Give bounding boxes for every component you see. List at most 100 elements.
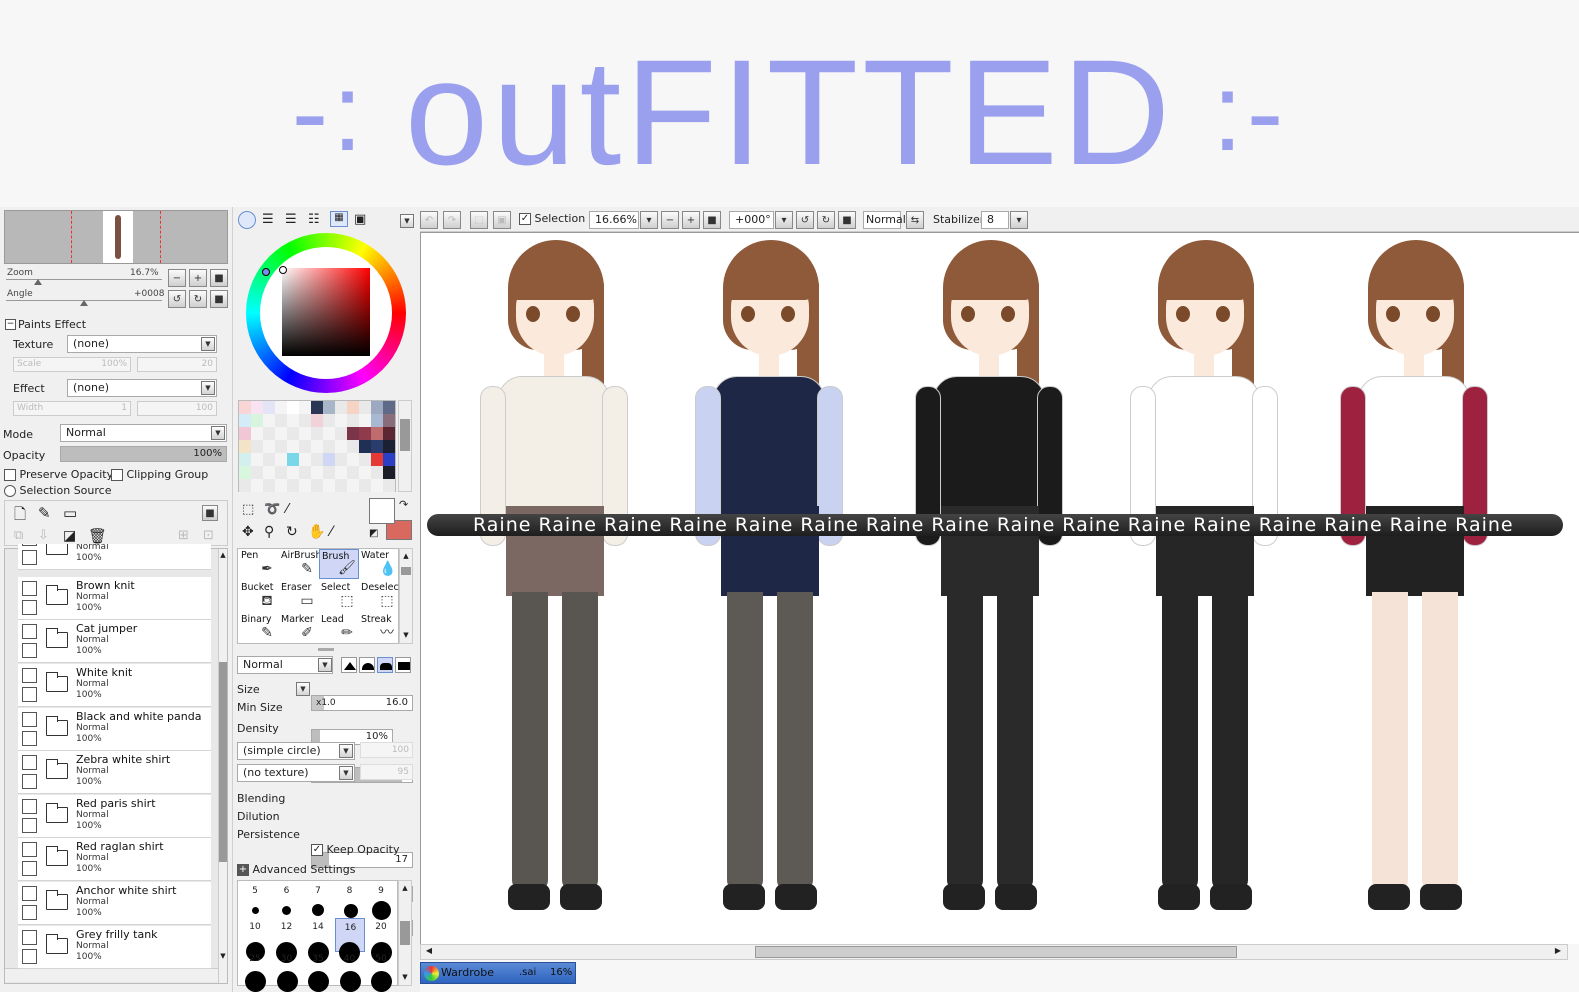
brush-shape-flat-button[interactable] <box>377 657 393 673</box>
swatch-cell[interactable] <box>239 401 251 414</box>
layer-visibility-toggle[interactable] <box>22 842 37 857</box>
tool-eraser[interactable]: Eraser ▭ <box>279 581 319 611</box>
swatch-cell[interactable] <box>335 414 347 427</box>
canvas-angle-dropdown-icon[interactable]: ▾ <box>775 211 793 229</box>
hsv-slider-tab-icon[interactable]: ☰ <box>285 212 297 227</box>
tool-binary[interactable]: Binary ✎ <box>239 613 279 643</box>
swatch-scrollbar[interactable] <box>398 400 412 492</box>
swatch-cell[interactable] <box>359 453 371 466</box>
clipping-group-checkbox[interactable] <box>111 469 123 481</box>
brush-shape-sharp-button[interactable] <box>341 657 357 673</box>
swatch-cell[interactable] <box>335 427 347 440</box>
brush-size-cell[interactable]: 40 <box>335 942 365 992</box>
layer-visibility-toggle[interactable] <box>22 930 37 945</box>
tool-lead[interactable]: Lead ✏ <box>319 613 359 643</box>
layer-mode-dropdown-icon[interactable]: ▼ <box>211 426 225 440</box>
rgb-slider-tab-icon[interactable]: ☰ <box>262 212 274 227</box>
keep-opacity-option[interactable]: ✓ Keep Opacity <box>311 843 400 856</box>
preserve-opacity-option[interactable]: Preserve Opacity <box>4 468 113 481</box>
advanced-settings-toggle[interactable]: + Advanced Settings <box>237 863 355 876</box>
zoom-icon[interactable]: ⚲ <box>264 524 274 540</box>
rect-select-icon[interactable]: ⬚ <box>242 502 254 517</box>
clipping-group-option[interactable]: Clipping Group <box>111 468 208 481</box>
layer-row[interactable]: Anchor white shirt Normal 100% <box>18 882 211 925</box>
layer-lock-toggle[interactable] <box>22 550 37 565</box>
swatch-cell[interactable] <box>383 453 395 466</box>
swatch-cell[interactable] <box>311 401 323 414</box>
layer-row[interactable]: Red paris shirt Normal 100% <box>18 795 211 838</box>
canvas-zoom-field[interactable]: 16.66% <box>589 211 639 229</box>
layer-lock-toggle[interactable] <box>22 687 37 702</box>
layer-lock-toggle[interactable] <box>22 774 37 789</box>
swatch-cell[interactable] <box>287 466 299 479</box>
swatch-cell[interactable] <box>263 427 275 440</box>
swatch-cell[interactable] <box>311 466 323 479</box>
layer-visibility-toggle[interactable] <box>22 544 37 546</box>
layer-lock-toggle[interactable] <box>22 600 37 615</box>
swatch-cell[interactable] <box>371 479 383 492</box>
swatch-cell[interactable] <box>359 466 371 479</box>
swatch-cell[interactable] <box>287 414 299 427</box>
file-tab[interactable]: Wardrobe .sai 16% <box>420 962 576 984</box>
swatch-cell[interactable] <box>383 479 395 492</box>
layer-visibility-toggle[interactable] <box>22 755 37 770</box>
swatch-cell[interactable] <box>323 401 335 414</box>
tool-airbrush[interactable]: AirBrush ✎ <box>279 549 321 579</box>
deselect-button[interactable]: ⬚ <box>470 211 488 229</box>
brush-size-cell[interactable]: 30 <box>272 942 302 992</box>
canvas-zoom-in-button[interactable]: + <box>682 211 700 229</box>
swatch-cell[interactable] <box>323 440 335 453</box>
swatch-cell[interactable] <box>263 466 275 479</box>
color-mixer-tab-icon[interactable]: ☷ <box>308 212 320 227</box>
swatch-cell[interactable] <box>371 427 383 440</box>
swatch-cell[interactable] <box>347 440 359 453</box>
swatch-cell[interactable] <box>371 440 383 453</box>
swatch-cell[interactable] <box>263 453 275 466</box>
brush-texture-dropdown-icon[interactable]: ▼ <box>339 766 353 780</box>
swatch-cell[interactable] <box>287 453 299 466</box>
brush-shape-dropdown-icon[interactable]: ▼ <box>339 744 353 758</box>
swatch-cell[interactable] <box>263 401 275 414</box>
swatch-cell[interactable] <box>335 401 347 414</box>
zoom-reset-button[interactable]: ■ <box>210 269 228 287</box>
swatch-tab-icon[interactable]: ▦ <box>330 211 348 227</box>
swatch-cell[interactable] <box>311 414 323 427</box>
swatch-cell[interactable] <box>359 479 371 492</box>
navigator-preview[interactable] <box>4 210 228 264</box>
undo-button[interactable]: ↶ <box>420 211 438 229</box>
canvas-rotate-right-button[interactable]: ↻ <box>817 211 835 229</box>
move-icon[interactable]: ✥ <box>242 524 254 540</box>
layer-visibility-toggle[interactable] <box>22 799 37 814</box>
swatch-cell[interactable] <box>299 440 311 453</box>
swatch-cell[interactable] <box>251 401 263 414</box>
swatch-cell[interactable] <box>359 401 371 414</box>
layer-visibility-toggle[interactable] <box>22 886 37 901</box>
effect-select[interactable]: (none) <box>67 379 217 397</box>
swatch-cell[interactable] <box>359 427 371 440</box>
layer-lock-toggle[interactable] <box>22 905 37 920</box>
layer-visibility-toggle[interactable] <box>22 581 37 596</box>
eyedropper-icon[interactable]: ⁄ <box>330 524 332 540</box>
layer-panel-menu-button[interactable]: ■ <box>202 505 218 521</box>
swatch-cell[interactable] <box>239 479 251 492</box>
swatch-cell[interactable] <box>239 440 251 453</box>
zoom-in-button[interactable]: + <box>189 269 207 287</box>
brush-shape-square-button[interactable] <box>395 657 411 673</box>
tool-marker[interactable]: Marker ✐ <box>279 613 319 643</box>
swatch-cell[interactable] <box>359 414 371 427</box>
swatch-cell[interactable] <box>371 466 383 479</box>
paints-effect-collapse-icon[interactable]: − <box>5 319 16 330</box>
swatch-cell[interactable] <box>251 453 263 466</box>
swatch-cell[interactable] <box>347 466 359 479</box>
swatch-cell[interactable] <box>299 466 311 479</box>
swatch-cell[interactable] <box>311 427 323 440</box>
swatch-cell[interactable] <box>263 440 275 453</box>
swatch-cell[interactable] <box>275 453 287 466</box>
brush-blend-dropdown-icon[interactable]: ▼ <box>318 658 332 672</box>
swatch-cell[interactable] <box>383 440 395 453</box>
swatch-cell[interactable] <box>335 466 347 479</box>
swatch-cell[interactable] <box>251 414 263 427</box>
swatch-cell[interactable] <box>299 401 311 414</box>
swatch-cell[interactable] <box>371 414 383 427</box>
merge-layer-icon[interactable]: ◪ <box>63 528 76 544</box>
